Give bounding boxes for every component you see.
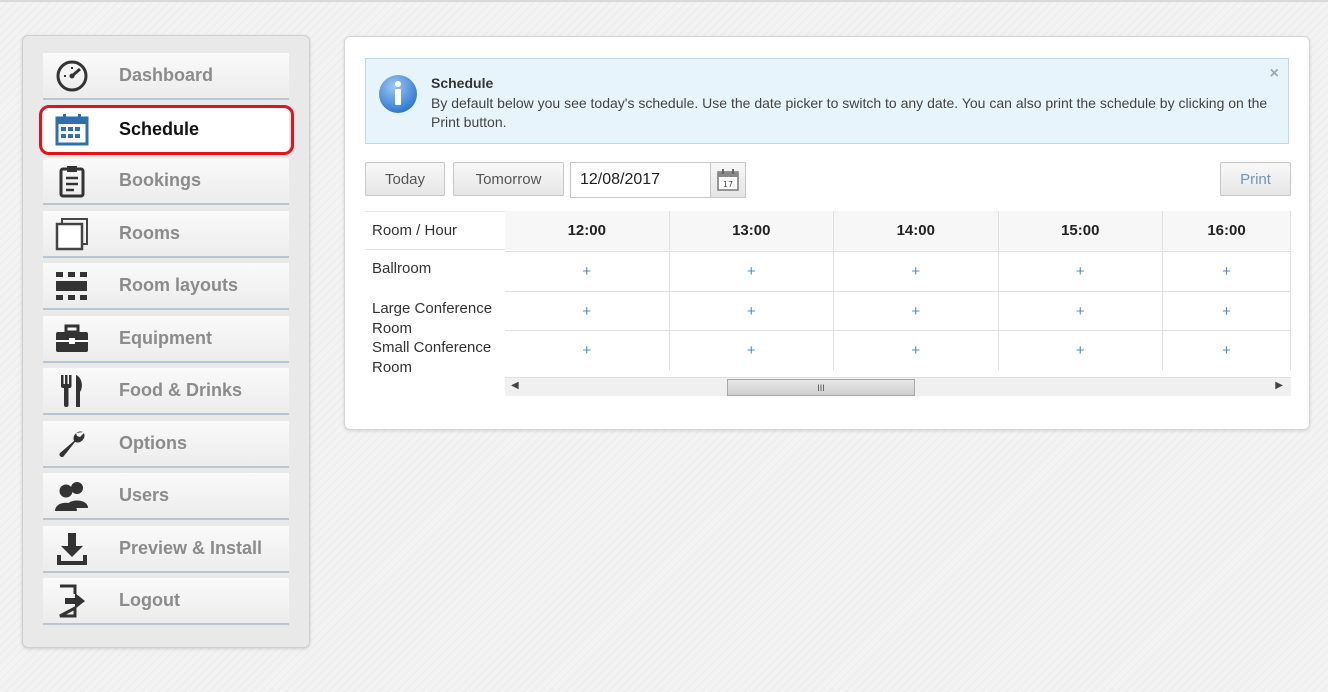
download-icon	[43, 532, 101, 566]
room-name: Small Conference Room	[372, 339, 492, 376]
sidebar-item-bookings[interactable]: Bookings	[43, 158, 289, 205]
today-button[interactable]: Today	[365, 162, 445, 196]
sidebar-item-logout[interactable]: Logout	[43, 578, 289, 625]
add-booking-cell[interactable]: +	[1163, 291, 1291, 331]
sidebar-item-label: Logout	[119, 590, 180, 610]
schedule-panel: Schedule By default below you see today'…	[344, 36, 1310, 430]
scrollbar-thumb[interactable]: III	[727, 379, 915, 396]
sidebar-item-label: Bookings	[119, 170, 202, 190]
room-name: Ballroom	[372, 260, 432, 277]
add-booking-cell[interactable]: +	[834, 291, 999, 331]
wrench-icon	[43, 429, 101, 459]
hour-header: 14:00	[834, 211, 999, 250]
hour-header: 15:00	[998, 211, 1163, 250]
rooms-icon	[43, 217, 101, 251]
sidebar-item-label: Rooms	[119, 223, 181, 243]
add-booking-cell[interactable]: +	[998, 291, 1163, 331]
sidebar-item-equipment[interactable]: Equipment	[43, 316, 289, 363]
layout-icon	[43, 270, 101, 302]
sidebar-item-preview-install[interactable]: Preview & Install	[43, 526, 289, 573]
sidebar-item-label: Dashboard	[119, 65, 214, 85]
info-icon	[377, 73, 419, 120]
add-booking-cell[interactable]: +	[998, 330, 1163, 370]
add-booking-cell[interactable]: +	[1163, 330, 1291, 370]
add-booking-cell[interactable]: +	[505, 330, 670, 370]
hour-header: 13:00	[669, 211, 834, 250]
date-picker[interactable]: 12/08/2017 17	[570, 162, 746, 198]
logout-icon	[43, 584, 101, 618]
sidebar-item-label: Equipment	[119, 328, 212, 348]
top-border	[0, 0, 1328, 2]
users-icon	[43, 480, 101, 512]
sidebar-item-label: Schedule	[119, 119, 200, 139]
sidebar-item-label: Options	[119, 433, 187, 453]
add-booking-cell[interactable]: +	[834, 330, 999, 370]
sidebar-item-users[interactable]: Users	[43, 473, 289, 520]
clipboard-icon	[43, 164, 101, 198]
hour-header: 12:00	[505, 211, 670, 250]
tomorrow-button[interactable]: Tomorrow	[453, 162, 564, 196]
add-booking-cell[interactable]: +	[669, 291, 834, 331]
sidebar: Dashboard Schedule Bookings Rooms Room l…	[22, 35, 310, 648]
sidebar-item-label: Users	[119, 485, 170, 505]
add-booking-cell[interactable]: +	[505, 291, 670, 331]
sidebar-item-schedule[interactable]: Schedule	[43, 106, 289, 153]
toolbox-icon	[43, 324, 101, 354]
corner-header: Room / Hour	[365, 211, 505, 250]
sidebar-item-food-drinks[interactable]: Food & Drinks	[43, 368, 289, 415]
sidebar-item-rooms[interactable]: Rooms	[43, 211, 289, 258]
print-button[interactable]: Print	[1220, 162, 1291, 196]
add-booking-cell[interactable]: +	[834, 251, 999, 291]
room-name: Large Conference Room	[372, 300, 493, 337]
horizontal-scrollbar[interactable]: ◀ III ▶	[505, 377, 1291, 396]
fork-knife-icon	[43, 374, 101, 408]
add-booking-cell[interactable]: +	[998, 251, 1163, 291]
sidebar-item-label: Room layouts	[119, 275, 239, 295]
calendar-day: 17	[723, 180, 733, 189]
close-icon[interactable]: ×	[1270, 65, 1279, 83]
add-booking-cell[interactable]: +	[669, 330, 834, 370]
gauge-icon	[43, 59, 101, 93]
sidebar-item-label: Preview & Install	[119, 538, 263, 558]
info-text: By default below you see today's schedul…	[431, 95, 1268, 130]
sidebar-item-label: Food & Drinks	[119, 380, 243, 400]
grip-icon: III	[817, 382, 825, 393]
hour-header: 16:00	[1163, 211, 1291, 250]
add-booking-cell[interactable]: +	[669, 251, 834, 291]
date-input[interactable]: 12/08/2017	[580, 171, 660, 189]
scroll-right-arrow-icon[interactable]: ▶	[1275, 380, 1283, 391]
calendar-icon	[43, 113, 101, 146]
sidebar-item-dashboard[interactable]: Dashboard	[43, 53, 289, 100]
info-title: Schedule	[431, 75, 494, 91]
sidebar-item-room-layouts[interactable]: Room layouts	[43, 263, 289, 310]
info-box: Schedule By default below you see today'…	[365, 58, 1289, 144]
scroll-left-arrow-icon[interactable]: ◀	[511, 380, 519, 391]
sidebar-item-options[interactable]: Options	[43, 421, 289, 468]
add-booking-cell[interactable]: +	[1163, 251, 1291, 291]
calendar-picker-icon[interactable]: 17	[710, 163, 745, 197]
add-booking-cell[interactable]: +	[505, 251, 670, 291]
